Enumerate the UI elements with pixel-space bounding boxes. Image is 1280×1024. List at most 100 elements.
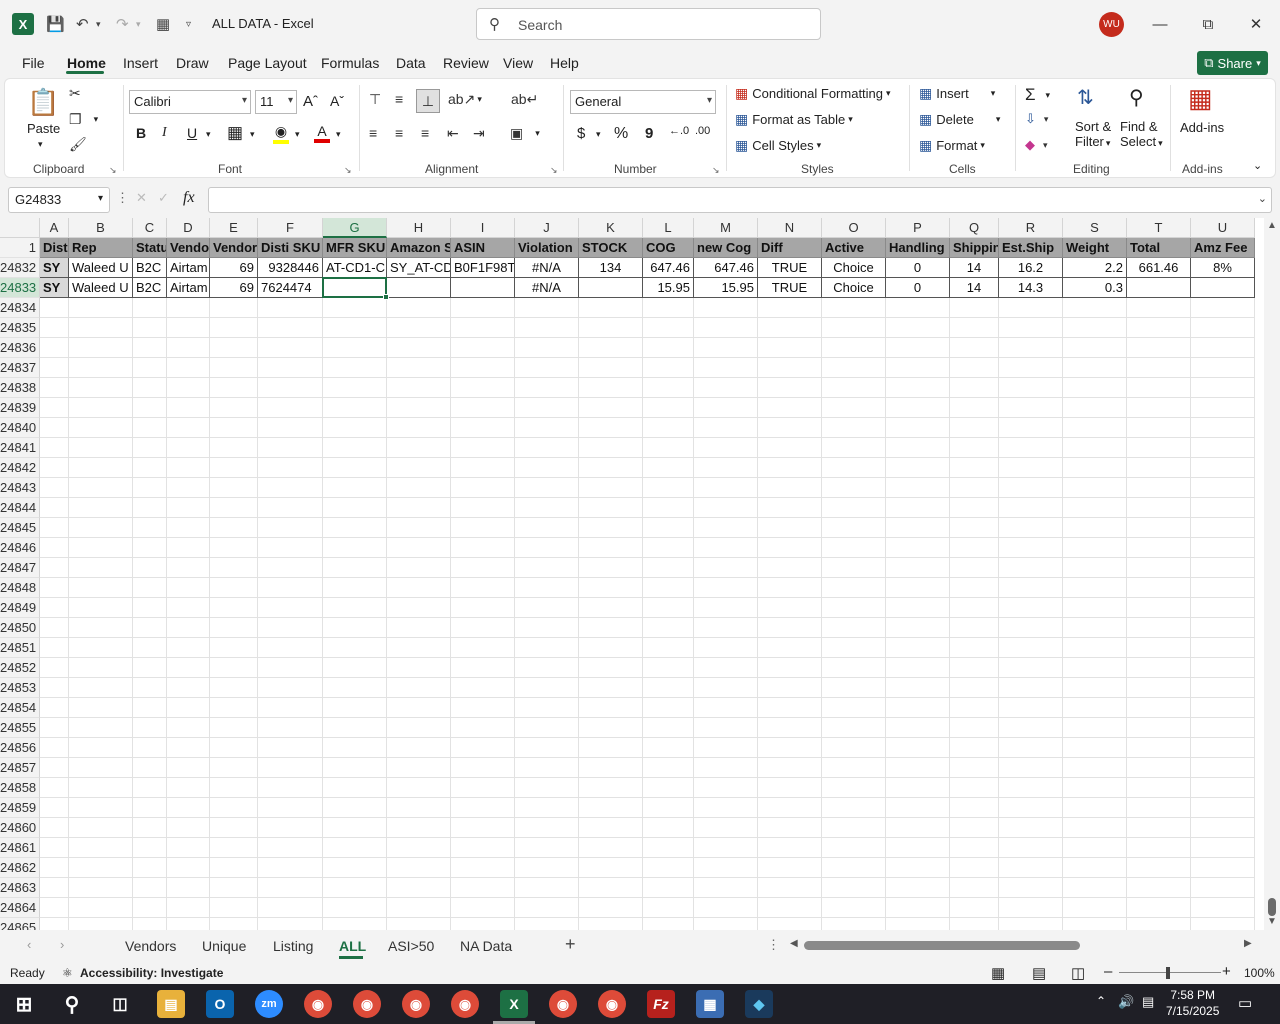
data-cell[interactable]: 8% [1191,258,1255,278]
data-cell[interactable]: 9328446 [258,258,323,278]
data-cell[interactable]: 16.2 [999,258,1063,278]
column-header-a[interactable]: A [40,218,69,238]
sheet-tab-asi50[interactable]: ASI>50 [388,938,434,954]
column-header-i[interactable]: I [451,218,515,238]
header-cell[interactable]: MFR SKU [323,238,387,258]
data-cell[interactable]: Airtam [167,278,210,298]
header-cell[interactable]: COG [643,238,694,258]
chrome-icon[interactable]: ◉ [549,990,577,1018]
data-cell[interactable] [451,278,515,298]
scroll-left-icon[interactable]: ◀ [790,938,798,949]
data-cell[interactable]: SY_AT-CD [387,258,451,278]
add-ins-button[interactable]: Add-ins [1180,120,1224,135]
add-sheet-icon[interactable]: + [565,934,576,955]
row-header[interactable]: 24858 [0,778,40,798]
header-cell[interactable]: STOCK [579,238,643,258]
decrease-font-size-icon[interactable]: Aˇ [330,93,344,109]
format-as-table-button[interactable]: ▦ Format as Table ▾ [735,111,853,128]
data-cell[interactable]: SY [40,258,69,278]
header-cell[interactable]: Disti [40,238,69,258]
increase-decimal-icon[interactable]: ←.0 [669,125,689,137]
row-header[interactable]: 24838 [0,378,40,398]
header-cell[interactable]: Vendo [167,238,210,258]
user-avatar[interactable]: WU [1099,12,1124,37]
more-options-icon[interactable]: ⋮ [116,190,129,206]
currency-button[interactable]: $ [577,125,585,142]
column-header-g[interactable]: G [323,218,387,238]
row-header[interactable]: 24860 [0,818,40,838]
page-break-view-icon[interactable]: ◫ [1071,964,1085,982]
format-painter-icon[interactable]: 🖌 [69,136,87,153]
paste-icon[interactable]: 📋 [27,85,59,119]
header-cell[interactable]: Disti SKU [258,238,323,258]
data-cell[interactable] [1191,278,1255,298]
header-cell[interactable]: Violation [515,238,579,258]
task-view-icon[interactable]: ◫ [106,990,134,1018]
font-launcher-icon[interactable]: ↘ [344,165,352,176]
data-cell[interactable]: AT-CD1-C [323,258,387,278]
data-cell[interactable]: 134 [579,258,643,278]
number-launcher-icon[interactable]: ↘ [712,165,720,176]
row-header[interactable]: 24859 [0,798,40,818]
borders-icon[interactable]: ▦ [227,123,243,143]
borders-dropdown-icon[interactable]: ▾ [250,129,255,140]
header-cell[interactable]: Statu [133,238,167,258]
calculator-icon[interactable]: ▦ [156,12,170,36]
find-select-button[interactable]: Find & Select ▾ [1120,119,1163,151]
windows-start-icon[interactable]: ⊞ [10,990,38,1018]
data-cell[interactable]: 14.3 [999,278,1063,298]
tray-overflow-icon[interactable]: ⌃ [1096,994,1106,1008]
fill-color-dropdown-icon[interactable]: ▾ [295,129,300,140]
scroll-up-icon[interactable]: ▲ [1267,220,1277,231]
row-header[interactable]: 24841 [0,438,40,458]
column-header-q[interactable]: Q [950,218,999,238]
collapse-ribbon-icon[interactable]: ⌄ [1253,159,1262,172]
column-header-u[interactable]: U [1191,218,1255,238]
column-header-n[interactable]: N [758,218,822,238]
row-header[interactable]: 24849 [0,598,40,618]
decrease-decimal-icon[interactable]: .00 [695,125,710,137]
data-cell[interactable]: 15.95 [694,278,758,298]
data-cell[interactable]: 647.46 [694,258,758,278]
data-cell[interactable]: 69 [210,278,258,298]
column-header-c[interactable]: C [133,218,167,238]
data-cell[interactable]: 2.2 [1063,258,1127,278]
accessibility-status[interactable]: Accessibility: Investigate [80,966,223,980]
redo-icon[interactable]: ↷ [116,12,129,36]
column-header-p[interactable]: P [886,218,950,238]
increase-indent-icon[interactable]: ⇥ [473,125,485,142]
paste-dropdown-icon[interactable]: ▾ [38,139,43,150]
data-cell[interactable]: #N/A [515,278,579,298]
horizontal-scroll-thumb[interactable] [804,941,1080,950]
align-right-icon[interactable]: ≡ [421,125,429,141]
row-header[interactable]: 24845 [0,518,40,538]
header-cell[interactable]: new Cog [694,238,758,258]
chrome-icon[interactable]: ◉ [451,990,479,1018]
restore-button[interactable]: ⧉ [1193,10,1223,38]
zoom-in-icon[interactable]: + [1222,963,1231,980]
font-name-select[interactable]: Calibri ▾ [129,90,251,114]
decrease-indent-icon[interactable]: ⇤ [447,125,459,142]
column-header-s[interactable]: S [1063,218,1127,238]
tab-review[interactable]: Review [443,55,489,71]
data-cell[interactable]: 69 [210,258,258,278]
vertical-scroll-thumb[interactable] [1268,898,1276,916]
number-format-select[interactable]: General ▾ [570,90,716,114]
header-cell[interactable]: Shippin [950,238,999,258]
row-header[interactable]: 24837 [0,358,40,378]
row-header[interactable]: 24842 [0,458,40,478]
data-cell[interactable]: Airtam [167,258,210,278]
fill-icon[interactable]: ⇩ ▾ [1025,111,1048,127]
data-cell[interactable]: B0F1F98T1 [451,258,515,278]
zoom-app-icon[interactable]: zm [255,990,283,1018]
orientation-icon[interactable]: ab↗ ▾ [448,91,482,108]
insert-function-button[interactable]: fx [183,189,195,207]
app-icon[interactable]: ◆ [745,990,773,1018]
data-cell[interactable]: 0.3 [1063,278,1127,298]
row-header[interactable]: 24834 [0,298,40,318]
data-cell[interactable]: 647.46 [643,258,694,278]
column-header-t[interactable]: T [1127,218,1191,238]
align-top-icon[interactable]: ⊤ [369,91,381,108]
row-header[interactable]: 24839 [0,398,40,418]
tab-data[interactable]: Data [396,55,426,71]
